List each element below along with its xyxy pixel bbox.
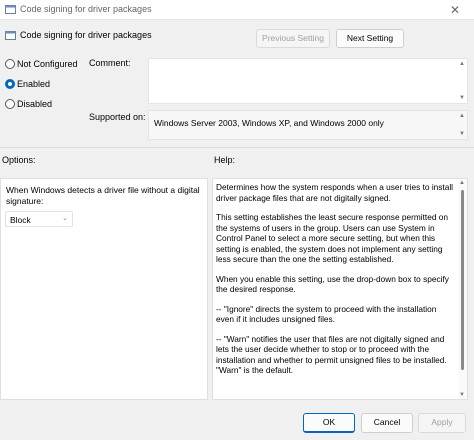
response-dropdown[interactable]: Block ⌄ <box>5 211 73 227</box>
radio-circle[interactable] <box>5 59 15 69</box>
policy-app-icon <box>5 5 16 14</box>
supported-on-field: Windows Server 2003, Windows XP, and Win… <box>148 110 468 140</box>
title-bar: Code signing for driver packages ✕ <box>0 0 474 20</box>
scroll-down-icon[interactable]: ▼ <box>459 392 465 398</box>
options-label: Options: <box>2 155 36 165</box>
scroll-up-icon[interactable]: ▲ <box>459 61 465 67</box>
help-paragraph: When you enable this setting, use the dr… <box>216 273 449 295</box>
next-setting-button[interactable]: Next Setting <box>336 29 404 48</box>
help-paragraph: This setting establishes the least secur… <box>216 212 448 264</box>
supported-on-label: Supported on: <box>89 112 146 122</box>
divider <box>0 147 474 148</box>
radio-circle[interactable] <box>5 79 15 89</box>
help-paragraph: -- "Ignore" directs the system to procee… <box>216 303 437 325</box>
help-panel[interactable]: Determines how the system responds when … <box>212 178 468 400</box>
options-panel: When Windows detects a driver file witho… <box>0 178 208 400</box>
options-description: When Windows detects a driver file witho… <box>6 185 200 206</box>
scrollbar-thumb[interactable] <box>461 190 464 370</box>
close-icon[interactable]: ✕ <box>448 3 462 17</box>
setting-name: Code signing for driver packages <box>20 30 152 40</box>
radio-circle[interactable] <box>5 99 15 109</box>
supported-on-value: Windows Server 2003, Windows XP, and Win… <box>154 118 384 128</box>
radio-disabled[interactable]: Disabled <box>5 98 95 112</box>
radio-label: Not Configured <box>17 59 78 69</box>
apply-button[interactable]: Apply <box>418 413 466 433</box>
previous-setting-button[interactable]: Previous Setting <box>256 29 330 48</box>
radio-not-configured[interactable]: Not Configured <box>5 58 95 72</box>
help-label: Help: <box>214 155 236 165</box>
chevron-down-icon: ⌄ <box>62 215 68 222</box>
header-row: Code signing for driver packages Previou… <box>0 24 474 52</box>
scroll-up-icon[interactable]: ▲ <box>459 113 465 119</box>
comment-textarea[interactable]: ▲ ▼ <box>148 58 468 104</box>
help-text: Determines how the system responds when … <box>216 182 456 385</box>
scroll-up-icon[interactable]: ▲ <box>459 180 465 186</box>
window-title: Code signing for driver packages <box>20 4 152 14</box>
radio-label: Disabled <box>17 99 53 109</box>
policy-setting-icon <box>5 31 16 40</box>
help-paragraph: Determines how the system responds when … <box>216 182 454 203</box>
help-paragraph: -- "Warn" notifies the user that files a… <box>216 333 447 376</box>
cancel-button[interactable]: Cancel <box>361 413 413 433</box>
ok-button[interactable]: OK <box>303 413 355 433</box>
radio-label: Enabled <box>17 79 51 89</box>
dropdown-value: Block <box>10 215 31 225</box>
scroll-down-icon[interactable]: ▼ <box>459 131 465 137</box>
comment-label: Comment: <box>89 58 131 68</box>
help-scrollbar[interactable]: ▲ ▼ <box>458 179 467 399</box>
footer: OK Cancel Apply <box>0 405 474 440</box>
radio-enabled[interactable]: Enabled <box>5 78 95 92</box>
scroll-down-icon[interactable]: ▼ <box>459 95 465 101</box>
